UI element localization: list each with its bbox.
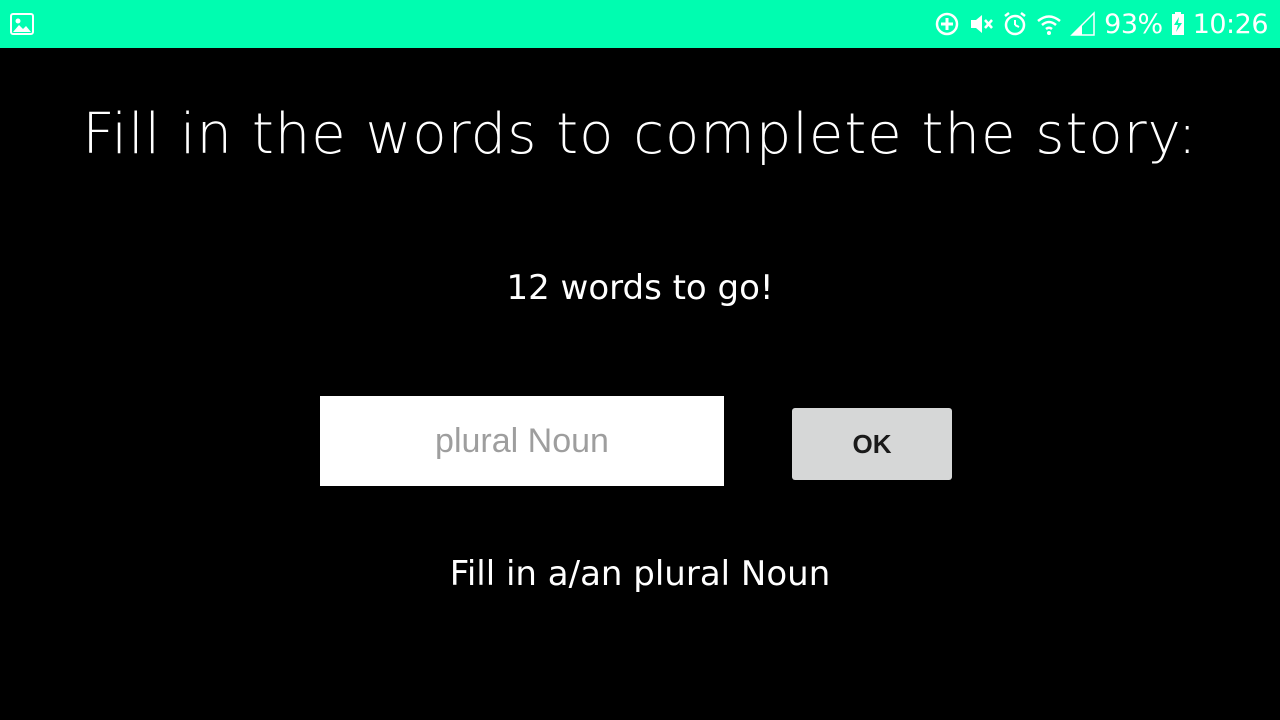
battery-percent: 93% — [1104, 8, 1163, 40]
page-title: Fill in the words to complete the story: — [82, 102, 1198, 167]
story-fill-screen: Fill in the words to complete the story:… — [0, 48, 1280, 720]
clock: 10:26 — [1192, 8, 1269, 40]
hint-label: Fill in a/an plural Noun — [449, 554, 831, 594]
signal-icon — [1070, 11, 1095, 36]
data-saver-icon — [935, 12, 959, 36]
image-icon — [10, 13, 34, 35]
battery-charging-icon — [1171, 12, 1184, 35]
alarm-icon — [1004, 12, 1026, 36]
words-remaining-label: 12 words to go! — [506, 268, 774, 308]
ok-button[interactable]: OK — [792, 408, 952, 480]
status-icons: 93% 10:26 — [934, 0, 1269, 48]
word-input[interactable] — [320, 396, 724, 486]
status-bar: 93% 10:26 — [0, 0, 1280, 48]
mute-icon — [971, 15, 994, 33]
wifi-icon — [1037, 15, 1061, 35]
